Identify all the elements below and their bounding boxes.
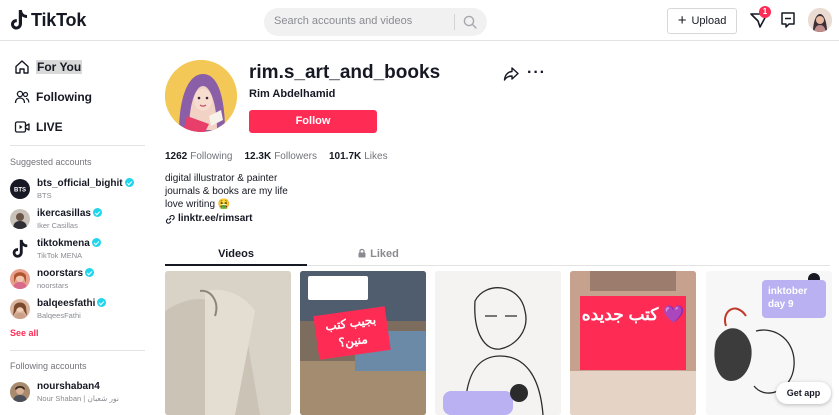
search-bar[interactable]: Search accounts and videos bbox=[264, 8, 487, 36]
avatar: BTS bbox=[10, 179, 30, 199]
nav-live[interactable]: LIVE bbox=[14, 119, 63, 135]
bio-line: love writing 🤮 bbox=[165, 199, 231, 210]
profile-link[interactable]: linktr.ee/rimsart bbox=[165, 213, 252, 224]
nav-live-label: LIVE bbox=[36, 120, 63, 134]
search-divider bbox=[454, 14, 455, 30]
avatar bbox=[10, 382, 30, 402]
user-avatar[interactable] bbox=[808, 8, 832, 32]
tab-liked[interactable]: Liked bbox=[307, 248, 449, 260]
stat-likes: 101.7K Likes bbox=[328, 151, 388, 162]
sidebar-divider bbox=[10, 350, 145, 351]
lock-icon bbox=[358, 248, 366, 258]
account-username: ikercasillas bbox=[37, 208, 102, 219]
home-icon bbox=[15, 60, 29, 74]
account-username: noorstars bbox=[37, 268, 95, 279]
verified-icon bbox=[124, 178, 134, 187]
account-username: nourshaban4 bbox=[37, 381, 100, 392]
nav-for-you[interactable]: For You bbox=[14, 59, 83, 75]
verified-icon bbox=[85, 268, 95, 277]
active-tab-indicator bbox=[165, 264, 307, 266]
video-thumbnail[interactable] bbox=[435, 271, 561, 415]
inbox-badge: 1 bbox=[759, 6, 771, 18]
avatar bbox=[10, 209, 30, 229]
account-name: Nour Shaban | نور شعبان bbox=[37, 394, 119, 403]
tab-videos[interactable]: Videos bbox=[165, 248, 307, 260]
account-name: BTS bbox=[37, 191, 52, 200]
sidebar-divider bbox=[10, 145, 145, 146]
suggested-account[interactable]: tiktokmena TikTok MENA bbox=[10, 237, 150, 265]
avatar bbox=[10, 299, 30, 319]
video-caption: inktober day 9 bbox=[762, 280, 826, 318]
svg-text:BTS: BTS bbox=[14, 188, 26, 194]
avatar bbox=[10, 269, 30, 289]
account-name: Iker Casillas bbox=[37, 221, 78, 230]
more-options-icon[interactable]: ··· bbox=[527, 64, 546, 82]
following-heading: Following accounts bbox=[10, 361, 87, 371]
nav-for-you-label: For You bbox=[36, 60, 83, 74]
nav-following-label: Following bbox=[36, 90, 92, 104]
account-username: balqeesfathi bbox=[37, 298, 107, 309]
profile-fullname: Rim Abdelhamid bbox=[249, 88, 336, 100]
share-icon[interactable] bbox=[503, 66, 519, 82]
plus-icon: + bbox=[677, 11, 687, 29]
tiktok-logo-icon bbox=[11, 10, 27, 30]
link-icon bbox=[165, 214, 175, 224]
user-avatar-image bbox=[808, 8, 832, 32]
tiktok-logo[interactable]: TikTok bbox=[10, 9, 86, 31]
avatar bbox=[10, 239, 30, 259]
profile-link-text: linktr.ee/rimsart bbox=[178, 213, 253, 224]
video-preview-image bbox=[435, 271, 561, 415]
verified-icon bbox=[91, 238, 101, 247]
suggested-account[interactable]: balqeesfathi BalqeesFathi bbox=[10, 297, 150, 325]
account-username: bts_official_bighit bbox=[37, 178, 134, 189]
upload-button[interactable]: + Upload bbox=[667, 8, 737, 34]
stat-followers[interactable]: 12.3K Followers bbox=[245, 151, 317, 162]
suggested-account[interactable]: noorstars noorstars bbox=[10, 267, 150, 295]
message-icon[interactable] bbox=[780, 11, 796, 29]
suggested-account[interactable]: BTS bts_official_bighit BTS bbox=[10, 177, 150, 205]
verified-icon bbox=[92, 208, 102, 217]
stat-following[interactable]: 1262 Following bbox=[165, 151, 233, 162]
account-name: TikTok MENA bbox=[37, 251, 83, 260]
profile-avatar[interactable] bbox=[165, 60, 237, 132]
top-header: TikTok Search accounts and videos + Uplo… bbox=[0, 0, 839, 41]
suggested-account[interactable]: ikercasillas Iker Casillas bbox=[10, 207, 150, 235]
video-caption: كتب جديده 💜 bbox=[580, 296, 686, 370]
profile-username: rim.s_art_and_books bbox=[249, 62, 441, 83]
video-thumbnail[interactable] bbox=[165, 271, 291, 415]
logo-text: TikTok bbox=[31, 9, 87, 30]
bio-line: journals & books are my life bbox=[165, 186, 288, 197]
account-username: tiktokmena bbox=[37, 238, 101, 249]
get-app-button[interactable]: Get app bbox=[776, 382, 831, 404]
sidebar: For You Following LIVE Suggested account… bbox=[0, 41, 155, 415]
account-name: noorstars bbox=[37, 281, 69, 290]
see-all-link[interactable]: See all bbox=[10, 328, 39, 338]
profile-stats: 1262 Following 12.3K Followers 101.7K Likes bbox=[165, 151, 388, 162]
live-icon bbox=[14, 121, 30, 133]
suggested-heading: Suggested accounts bbox=[10, 157, 92, 167]
account-name: BalqeesFathi bbox=[37, 311, 81, 320]
video-preview-image bbox=[165, 271, 291, 415]
following-account[interactable]: nourshaban4 Nour Shaban | نور شعبان bbox=[10, 380, 150, 408]
follow-button[interactable]: Follow bbox=[249, 110, 377, 133]
upload-label: Upload bbox=[691, 15, 727, 27]
verified-icon bbox=[97, 298, 107, 307]
bio-line: digital illustrator & painter bbox=[165, 173, 278, 184]
nav-following[interactable]: Following bbox=[14, 89, 92, 105]
following-icon bbox=[14, 90, 30, 104]
profile-bio: digital illustrator & painter journals &… bbox=[165, 172, 288, 211]
profile-avatar-illustration bbox=[165, 60, 237, 132]
search-icon[interactable] bbox=[462, 14, 478, 30]
search-input[interactable]: Search accounts and videos bbox=[274, 15, 412, 27]
